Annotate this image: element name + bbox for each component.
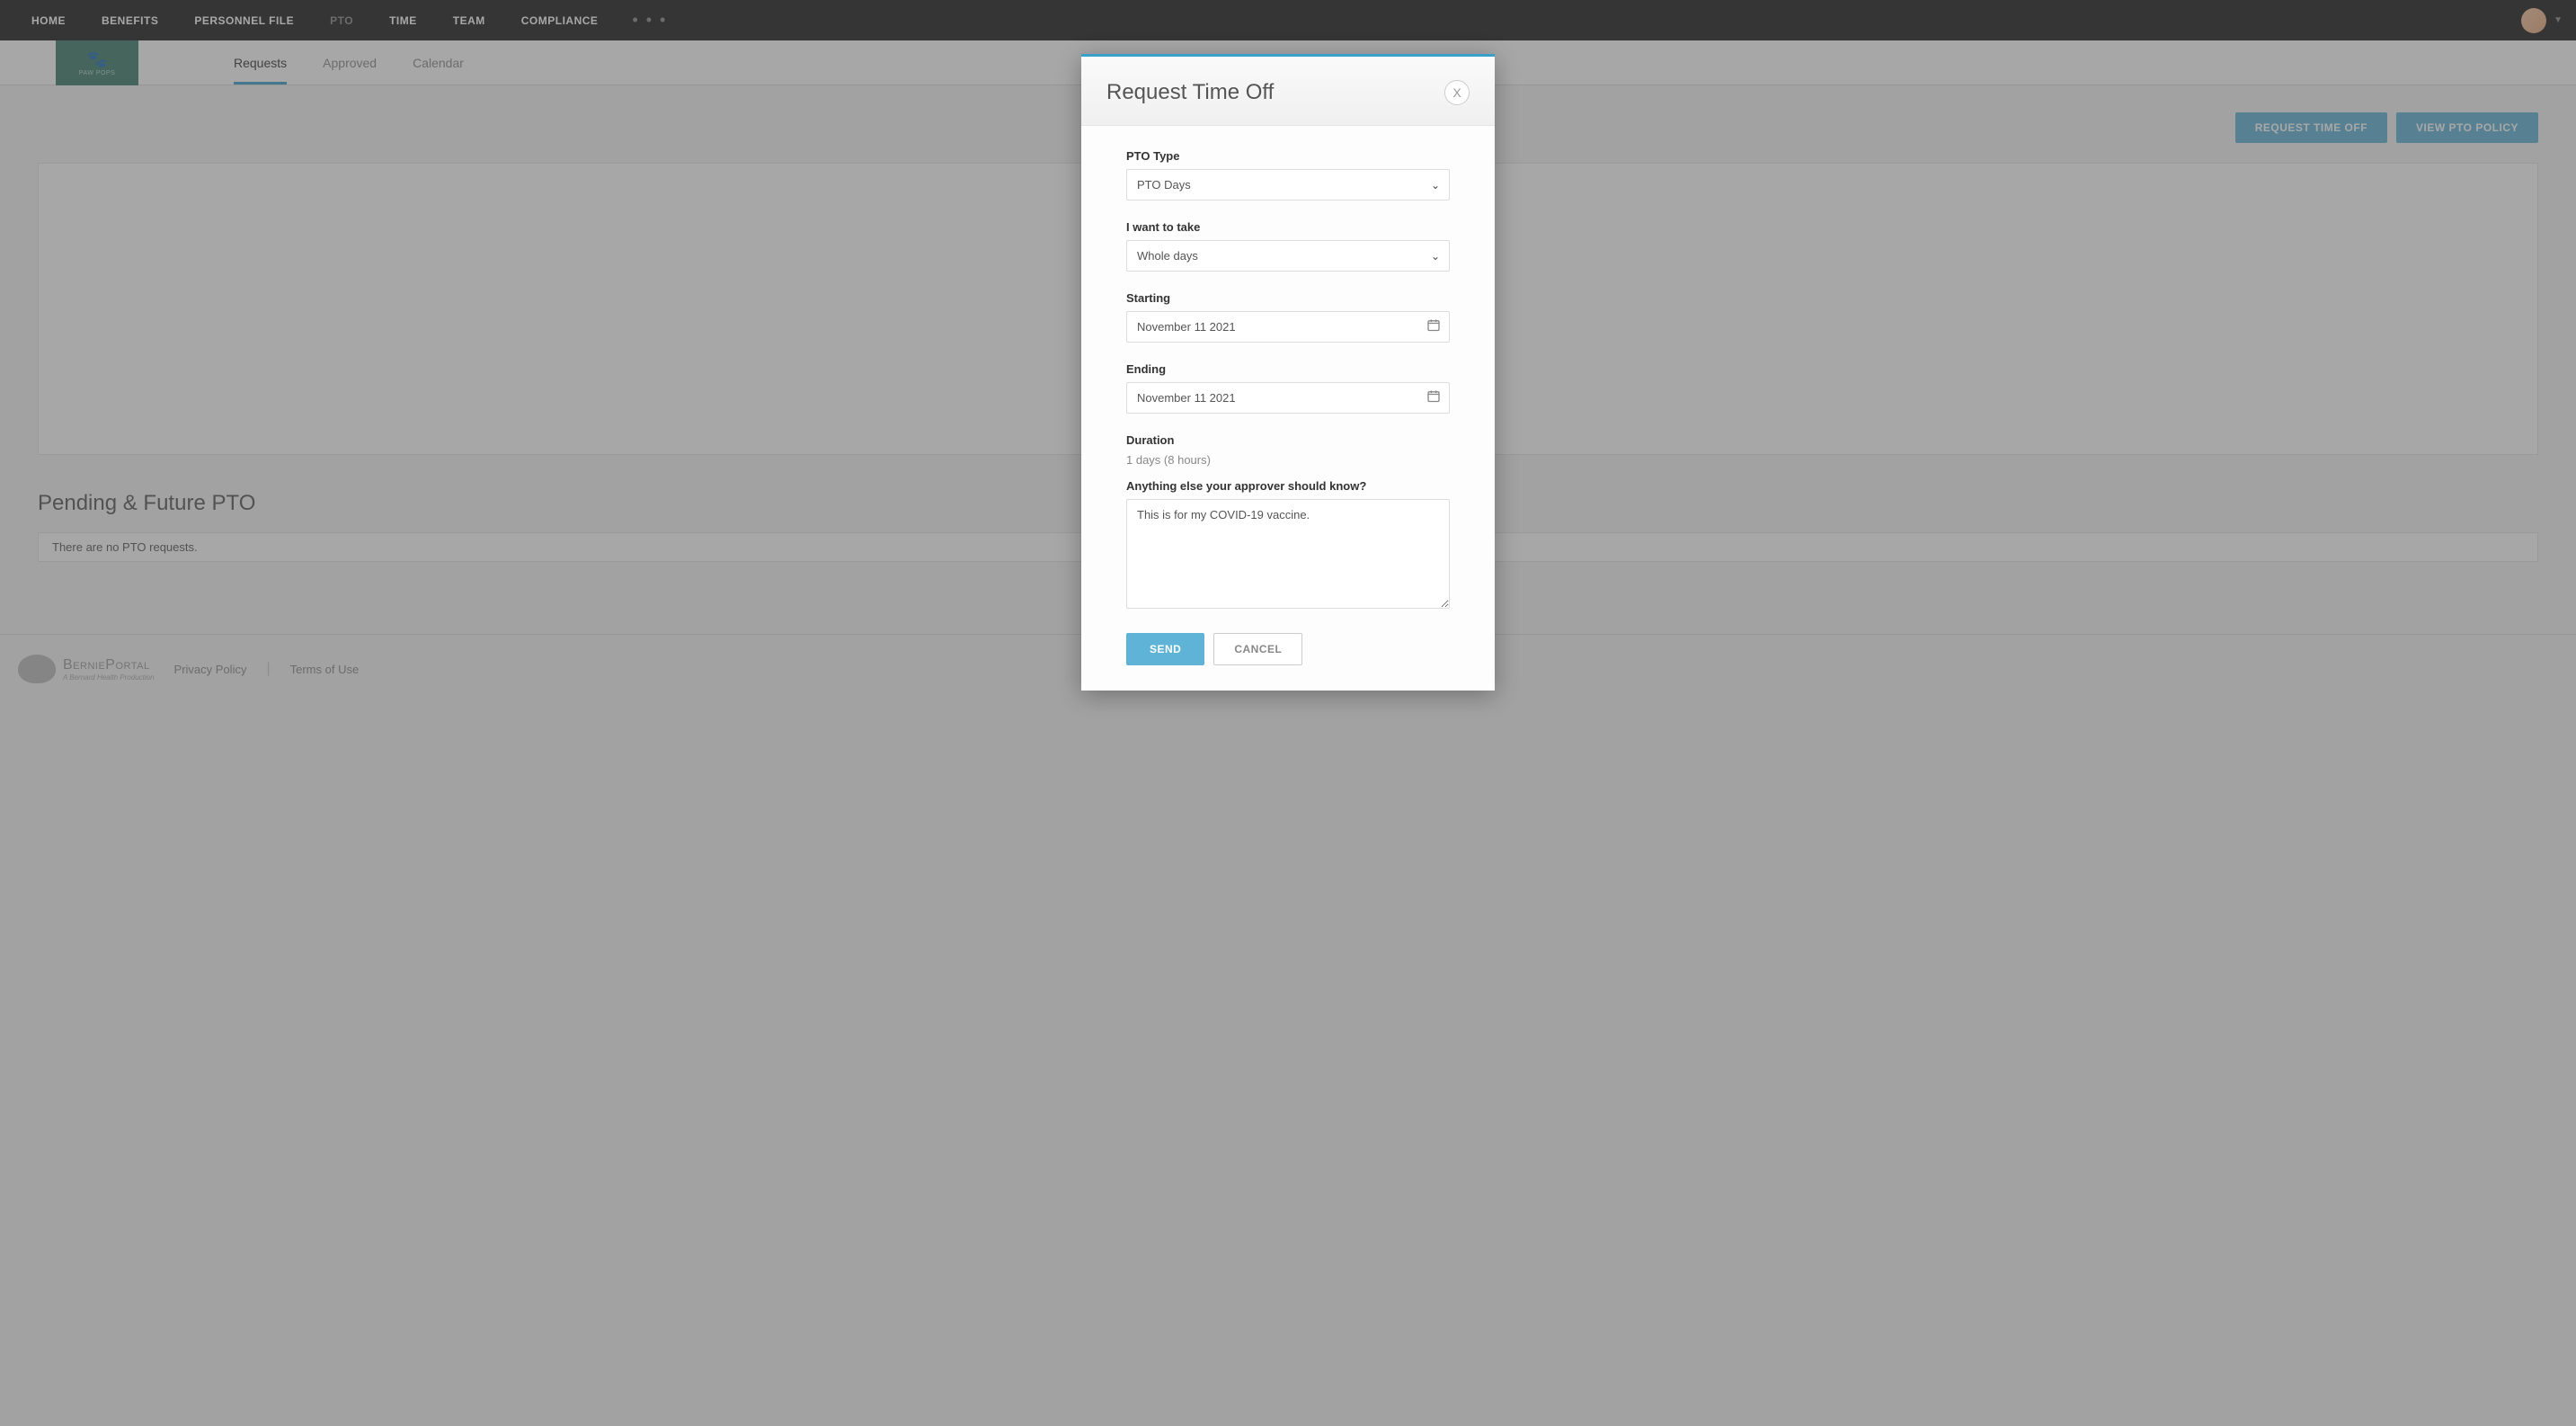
duration-value: 1 days (8 hours) [1126, 453, 1450, 467]
starting-field: Starting [1126, 291, 1450, 343]
starting-label: Starting [1126, 291, 1450, 305]
notes-field: Anything else your approver should know?… [1126, 479, 1450, 613]
take-label: I want to take [1126, 220, 1450, 234]
modal-body: PTO Type PTO Days ⌄ I want to take Whole… [1081, 126, 1495, 691]
take-select[interactable]: Whole days [1126, 240, 1450, 272]
close-icon[interactable]: X [1444, 80, 1470, 105]
duration-label: Duration [1126, 433, 1450, 447]
notes-textarea[interactable]: This is for my COVID-19 vaccine. [1126, 499, 1450, 609]
modal-overlay[interactable]: Request Time Off X PTO Type PTO Days ⌄ I… [0, 0, 2576, 1426]
pto-type-field: PTO Type PTO Days ⌄ [1126, 149, 1450, 201]
ending-field: Ending [1126, 362, 1450, 414]
modal-actions: SEND CANCEL [1126, 633, 1450, 665]
calendar-icon[interactable] [1426, 388, 1441, 407]
modal-header: Request Time Off X [1081, 57, 1495, 126]
pto-type-label: PTO Type [1126, 149, 1450, 163]
request-time-off-modal: Request Time Off X PTO Type PTO Days ⌄ I… [1081, 54, 1495, 691]
notes-label: Anything else your approver should know? [1126, 479, 1450, 493]
duration-field: Duration 1 days (8 hours) [1126, 433, 1450, 467]
pto-type-select[interactable]: PTO Days [1126, 169, 1450, 201]
calendar-icon[interactable] [1426, 317, 1441, 336]
ending-date-input[interactable] [1126, 382, 1450, 414]
send-button[interactable]: SEND [1126, 633, 1204, 665]
ending-label: Ending [1126, 362, 1450, 376]
modal-title: Request Time Off [1106, 80, 1274, 105]
take-field: I want to take Whole days ⌄ [1126, 220, 1450, 272]
starting-date-input[interactable] [1126, 311, 1450, 343]
cancel-button[interactable]: CANCEL [1213, 633, 1302, 665]
